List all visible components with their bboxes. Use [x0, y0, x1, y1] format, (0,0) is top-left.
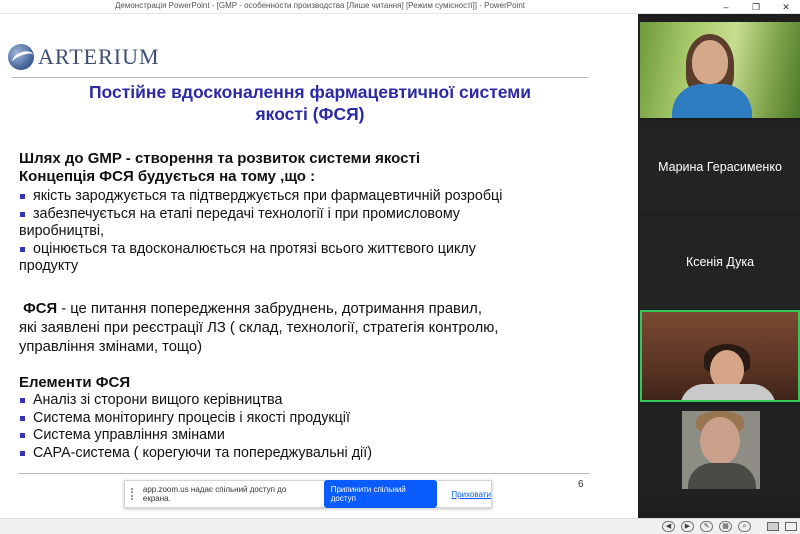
- list-item: САРА-система ( корегуючи та попереджувал…: [19, 445, 579, 463]
- participant-name: Ксенія Дука: [685, 255, 755, 269]
- participant-video-tile-active-speaker[interactable]: [640, 310, 800, 402]
- slide-page-number: 6: [578, 479, 584, 490]
- footer-divider: [18, 473, 590, 474]
- slide-title-line2: якості (ФСЯ): [255, 104, 365, 124]
- hide-link[interactable]: Приховати: [451, 490, 491, 499]
- concept-bullets: якість зароджується та підтверджується п…: [19, 188, 609, 276]
- list-item-text: Аналіз зі сторони вищого керівництва: [33, 392, 283, 408]
- participant-body: [680, 384, 776, 400]
- company-logo: ARTERIUM: [8, 42, 160, 72]
- pen-tools-icon[interactable]: ✎: [700, 521, 713, 532]
- list-item-text: оцінюється та вдосконалюється на протязі…: [33, 240, 476, 257]
- fsya-text-1: - це питання попередження забруднень, до…: [57, 301, 482, 317]
- elements-heading: Елементи ФСЯ: [19, 374, 131, 391]
- minimize-button[interactable]: –: [712, 0, 740, 14]
- list-item: Система управління змінами: [19, 427, 579, 445]
- participant-tile-marina[interactable]: Марина Герасименко: [640, 121, 800, 213]
- list-item-text: Система управління змінами: [33, 427, 225, 443]
- participant-video-tile[interactable]: [640, 405, 800, 495]
- bullet-icon: [20, 433, 25, 438]
- list-item-continuation: виробництві,: [19, 223, 105, 239]
- bullet-icon: [20, 194, 25, 199]
- restore-button[interactable]: ❐: [742, 0, 770, 14]
- fsya-text-3: управління змінами, тощо): [19, 339, 203, 355]
- window-titlebar: Демонстрація PowerPoint - [GMP - особенн…: [0, 0, 800, 14]
- drag-handle-icon[interactable]: [131, 488, 137, 500]
- previous-slide-icon[interactable]: ◀: [662, 521, 675, 532]
- bullet-icon: [20, 246, 25, 252]
- list-item-text: Система моніторингу процесів і якості пр…: [33, 409, 350, 426]
- share-message: app.zoom.us надає спільний доступ до екр…: [142, 485, 287, 503]
- list-item-continuation: продукту: [19, 258, 79, 274]
- list-item: забезпечується на етапі передачі техноло…: [19, 206, 609, 224]
- fsya-definition: ФСЯ - це питання попередження забруднень…: [19, 300, 609, 357]
- bullet-icon: [20, 450, 25, 456]
- powerpoint-status-bar: ◀ ▶ ✎ ▦ ⌕: [0, 518, 800, 534]
- fsya-label: ФСЯ: [23, 301, 58, 317]
- bullet-icon: [20, 398, 25, 403]
- see-all-slides-icon[interactable]: ▦: [719, 521, 732, 532]
- list-item-text: якість зароджується та підтверджується п…: [33, 188, 503, 204]
- fsya-text-2: які заявлені при реєстрації ЛЗ ( склад, …: [19, 320, 499, 336]
- normal-view-icon[interactable]: [767, 522, 779, 531]
- slide-title-line1: Постійне вдосконалення фармацевтичної си…: [88, 82, 532, 102]
- elements-list: Аналіз зі сторони вищого керівництва Сис…: [19, 392, 579, 462]
- slide-title: Постійне вдосконалення фармацевтичної си…: [0, 81, 620, 125]
- participant-body: [672, 84, 752, 118]
- list-item-text: забезпечується на етапі передачі техноло…: [33, 205, 460, 222]
- reading-view-icon[interactable]: [785, 522, 797, 531]
- participant-face: [700, 417, 740, 465]
- screen-share-notification: app.zoom.us надає спільний доступ до екр…: [124, 480, 492, 508]
- list-item: якість зароджується та підтверджується п…: [19, 188, 609, 206]
- title-divider: [12, 77, 588, 78]
- list-item: Система моніторингу процесів і якості пр…: [19, 410, 579, 428]
- participant-name: Марина Герасименко: [658, 160, 782, 174]
- heading-gmp-path: Шлях до GMP - створення та розвиток сист…: [19, 150, 420, 167]
- heading-concept: Концепція ФСЯ будується на тому ,що :: [19, 168, 316, 185]
- participant-face: [692, 40, 728, 84]
- bullet-icon: [20, 415, 25, 421]
- next-slide-icon[interactable]: ▶: [681, 521, 694, 532]
- logo-mark-icon: [8, 44, 34, 70]
- window-title: Демонстрація PowerPoint - [GMP - особенн…: [114, 1, 526, 10]
- list-item-text: САРА-система ( корегуючи та попереджувал…: [33, 444, 372, 461]
- bullet-icon: [20, 211, 25, 217]
- logo-text: ARTERIUM: [38, 44, 160, 69]
- close-button[interactable]: ✕: [772, 0, 800, 14]
- list-item: Аналіз зі сторони вищого керівництва: [19, 392, 579, 410]
- participant-body: [688, 463, 756, 489]
- stop-sharing-button[interactable]: Припинити спільний доступ: [323, 480, 438, 508]
- presentation-slide[interactable]: ARTERIUM Постійне вдосконалення фармацев…: [0, 14, 638, 518]
- zoom-icon[interactable]: ⌕: [738, 521, 751, 532]
- list-item: оцінюється та вдосконалюється на протязі…: [19, 241, 609, 259]
- participant-video-tile[interactable]: [640, 22, 800, 118]
- participant-tile-kseniia[interactable]: Ксенія Дука: [640, 216, 800, 308]
